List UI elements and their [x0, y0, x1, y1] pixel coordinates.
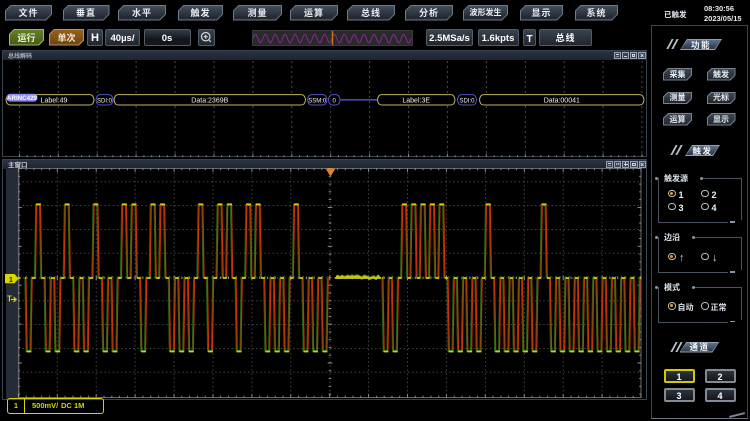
svg-text:1: 1: [9, 275, 13, 285]
